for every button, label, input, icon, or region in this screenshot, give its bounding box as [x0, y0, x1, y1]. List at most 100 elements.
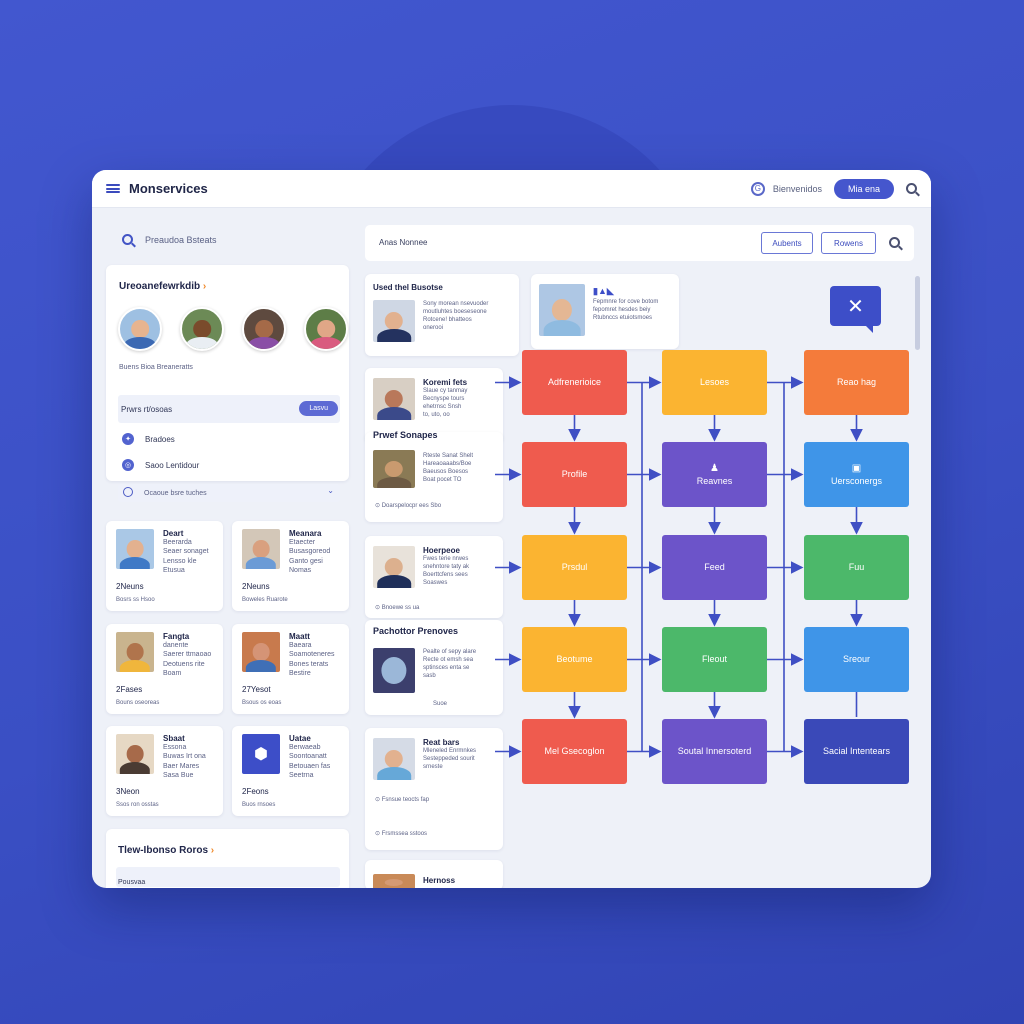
flow-node-n14[interactable]: Soutal Innersoterd [662, 719, 767, 784]
flow-node-n2[interactable]: Lesoes [662, 350, 767, 415]
profile-photo [116, 734, 154, 774]
profile-count: 2Fases [116, 685, 143, 694]
post-line: ehetrnsc Snsh [423, 404, 462, 411]
profile-line: Bestire [289, 670, 311, 678]
profile-card[interactable]: Sbaat Essona Buwas Irt ona Baer Mares Sa… [106, 726, 223, 816]
reviews-button[interactable]: Rowens [821, 232, 876, 254]
profile-line: Betouaen fas [289, 762, 331, 770]
post-card[interactable]: ▮▲◣ Fepmnre for cove botom fepomret hesdes… [531, 274, 679, 349]
post-line: Fwes terie nrwes [423, 556, 469, 562]
profile-card[interactable]: Fangta danente Saerer ttmaoao Deotuens r… [106, 624, 223, 714]
profile-card[interactable]: Deart Beerarda Seaer sonaget Lensso kle … [106, 521, 223, 611]
post-line: moutluhtes boeseseone [423, 309, 487, 316]
profile-line: Soamoteneres [289, 651, 335, 659]
post-card[interactable]: Pachottor Prenoves Pealte of sepy alare Re… [365, 620, 503, 715]
flow-node-n13[interactable]: Mel Gsecoglon [522, 719, 627, 784]
profile-photo [242, 632, 280, 672]
flow-node-n4[interactable]: Profile [522, 442, 627, 507]
content-toolbar: Anas Nonnee Aubents Rowens [365, 225, 914, 261]
flow-node-n1[interactable]: Adfrenerioice [522, 350, 627, 415]
flow-node-n9[interactable]: Fuu [804, 535, 909, 600]
profile-photo [242, 529, 280, 569]
profile-line: Seetrna [289, 772, 314, 780]
profile-foot: Bsous os eoas [242, 700, 282, 706]
info-icon[interactable]: G [750, 181, 765, 196]
post-line: snehntore taty ak [423, 564, 470, 571]
flow-node-n12[interactable]: Sreour [804, 627, 909, 692]
bolt-icon[interactable]: ✦ [122, 433, 134, 445]
app-window: Monservices G Bienvenidos Mia ena Preaud… [92, 170, 931, 888]
profile-card[interactable]: Meanara Etaecter Busasgoreod Ganto gesi … [232, 521, 349, 611]
profile-line: Busasgoreod [289, 548, 331, 556]
sidebar-search-placeholder: Preaudoa Bsteats [145, 234, 217, 245]
profile-card[interactable]: Maatt Baeara Soamoteneres Bones terats B… [232, 624, 349, 714]
profile-line: Baeara [289, 642, 312, 649]
profile-line: Ganto gesi [289, 557, 323, 565]
content-search-placeholder[interactable]: Anas Nonnee [379, 238, 427, 249]
flow-node-label: Feed [704, 562, 725, 573]
avatar[interactable] [180, 307, 224, 351]
post-line: Mleneled Enrmnkes [423, 748, 477, 754]
profile-name: Deart [163, 529, 184, 538]
post-card[interactable]: Used thel Busotse Sony morean nsevuoder mo… [365, 274, 519, 356]
post-image [539, 284, 585, 336]
avatar[interactable] [118, 307, 162, 351]
post-line: to, uto, oo [423, 412, 450, 419]
header-pill-button[interactable]: Mia ena [833, 178, 894, 199]
post-line: fepomret hesdes beiy [593, 307, 651, 314]
flow-node-n6[interactable]: ▣ Uersconergs [804, 442, 909, 507]
title-bar: Monservices G Bienvenidos Mia ena [92, 170, 931, 208]
sidebar-search[interactable]: Preaudoa Bsteats [122, 234, 217, 245]
post-image [373, 874, 415, 888]
post-foot: ⊙ Doarspelocpr ees Sbo [375, 503, 442, 509]
bottom-left-card: Tlew-Ibonso Roros › Pousvaa [106, 829, 349, 888]
post-line: Fepmnre for cove botom [593, 299, 659, 305]
search-icon[interactable] [906, 183, 917, 194]
profile-line: Etaecter [289, 539, 316, 546]
flow-node-n8[interactable]: Feed [662, 535, 767, 600]
post-line: Rotcene! bhatteos [423, 317, 472, 324]
select-dropdown[interactable]: Ocaoue bsre tuches ⌄ [118, 484, 340, 502]
post-foot: ⊙ Frsmssea sstoos [375, 831, 428, 837]
post-line: onerooi [423, 325, 444, 332]
profile-photo [116, 529, 154, 569]
settings-icon[interactable]: ◎ [122, 459, 134, 471]
menu-row-1[interactable]: Bradoes [145, 435, 175, 444]
profile-foot: Bouns oseoreas [116, 700, 160, 706]
post-card[interactable]: Prwef Sonapes Rteste Sanat Shelt Hareaoaaa… [365, 430, 503, 522]
menu-row-2[interactable]: Saoo Lentidour [145, 461, 199, 470]
post-title: Used thel Busotse [373, 283, 443, 292]
select-value: Ocaoue bsre tuches [144, 490, 207, 497]
avatar[interactable] [242, 307, 286, 351]
flow-node-label: Profile [561, 469, 588, 480]
flow-node-n10[interactable]: Beotume [522, 627, 627, 692]
menu-icon[interactable] [106, 184, 120, 193]
search-icon[interactable] [889, 237, 900, 248]
flow-node-n5[interactable]: ♟ Reavnes [662, 442, 767, 507]
profile-line: danente [163, 642, 189, 649]
post-card[interactable]: Hernoss [365, 860, 503, 888]
post-line: Rtubnccs etuiotsmoes [593, 315, 653, 322]
bottom-card-item[interactable]: Pousvaa [116, 867, 340, 887]
avatar[interactable] [304, 307, 348, 351]
post-card[interactable]: Hoerpeoe Fwes terie nrwes snehntore taty a… [365, 536, 503, 618]
flow-node-n11[interactable]: Fleout [662, 627, 767, 692]
profile-card[interactable]: ⬢ Uatae Berwaeab Soontoanatt Betouaen fa… [232, 726, 349, 816]
chat-icon[interactable]: ✕ [830, 286, 881, 333]
profile-line: Nomas [289, 567, 312, 575]
post-title: Pachottor Prenoves [373, 626, 459, 636]
filter-button[interactable]: Lasvu [299, 401, 338, 416]
flow-node-n15[interactable]: Sacial Intentears [804, 719, 909, 784]
post-line: Baeusos Boesos [423, 469, 469, 476]
authors-button[interactable]: Aubents [761, 232, 813, 254]
post-foot: ⊙ Fsnsue teocts fap [375, 797, 430, 803]
flow-node-n3[interactable]: Reao hag [804, 350, 909, 415]
flow-node-label: Prsdul [561, 562, 588, 573]
profile-line: Saerer ttmaoao [163, 651, 212, 659]
post-title: Koremi fets [423, 378, 468, 387]
flow-node-n7[interactable]: Prsdul [522, 535, 627, 600]
post-title: Hernoss [423, 876, 456, 885]
scrollbar[interactable] [915, 276, 920, 350]
profile-photo [116, 632, 154, 672]
post-card[interactable]: Reat bars Mleneled Enrmnkes Sesteppeded so… [365, 728, 503, 850]
